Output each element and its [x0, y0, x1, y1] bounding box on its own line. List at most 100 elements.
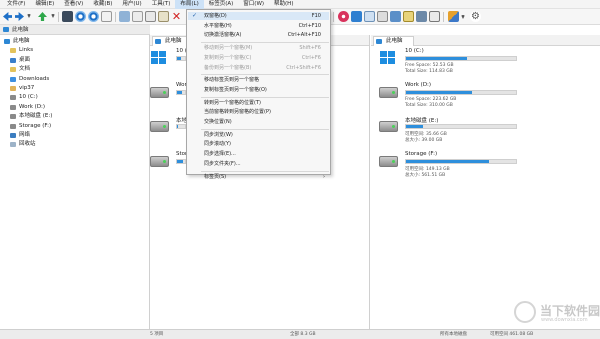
tree-path-label: 此电脑	[12, 27, 29, 33]
drive-usage-fill	[406, 125, 423, 128]
forward-icon[interactable]	[15, 12, 24, 21]
dropdown-item-shortcut: Shift+F6	[299, 45, 321, 52]
drive-icon-wrap	[379, 85, 398, 98]
sort-icon[interactable]	[390, 11, 401, 22]
dropdown-menu-item: 移动到另一个窗格(M) Shift+F6	[188, 44, 329, 52]
windows-drive-icon	[380, 51, 396, 65]
filter-icon[interactable]	[338, 11, 349, 22]
tree-item[interactable]: Downloads	[0, 75, 148, 84]
up-folder-icon[interactable]	[38, 12, 47, 21]
tree-item[interactable]: 10 (C:)	[0, 93, 148, 102]
desktop-icon	[10, 57, 16, 63]
tree-item[interactable]: 此电脑	[0, 37, 148, 46]
dropdown-menu-item[interactable]: 同步选择(E)...	[188, 150, 329, 158]
view-thumbnails-icon[interactable]	[364, 11, 375, 22]
drive-item[interactable]: 本地磁盘 (E:) 可用空间: 35.66 GB 总大小: 39.00 GB	[379, 116, 529, 146]
delete-icon[interactable]: ✕	[171, 11, 182, 22]
dropdown-menu-item[interactable]: 当前窗格转到另窗格的位置(P)	[188, 108, 329, 116]
hdd-icon	[150, 121, 169, 132]
refresh-icon[interactable]	[119, 11, 130, 22]
drive-item[interactable]: Work (D:) Free Space: 223.62 GB Total Size…	[379, 82, 529, 112]
tree-item[interactable]: 回收站	[0, 140, 148, 149]
dropdown-item-label: 复制到另一个窗格(C)	[204, 54, 252, 61]
tree-item[interactable]: 桌面	[0, 56, 148, 65]
dropdown-menu-item[interactable]: 同步滚动(Y)	[188, 140, 329, 148]
tree-item-label: Storage (F:)	[19, 122, 52, 129]
dropdown-menu-item[interactable]: 水平窗格(H) Ctrl+F10	[188, 22, 329, 30]
tree-item[interactable]: Work (D:)	[0, 103, 148, 112]
dropdown-menu-item[interactable]: 同步浏览(W)	[188, 131, 329, 139]
menu-separator	[201, 74, 329, 76]
drive-icon	[10, 95, 16, 101]
computer-icon[interactable]	[62, 11, 73, 22]
windows-drive-icon	[151, 51, 167, 65]
watermark-url: www.downxia.com	[541, 317, 588, 323]
dropdown-menu-item[interactable]: 标签页(S) ›	[188, 173, 329, 181]
folder-tree: 此电脑 Links 桌面文档 Downloads vip37 10 (C:) Work (D…	[0, 35, 150, 329]
menu-item-1[interactable]: 编辑(E)	[30, 0, 59, 9]
preview-icon[interactable]	[416, 11, 427, 22]
dropdown-menu-item[interactable]: 切换激活窗格(A) Ctrl+Alt+F10	[188, 31, 329, 39]
up-dropdown-icon[interactable]	[51, 14, 55, 18]
panel-icon[interactable]	[429, 11, 440, 22]
history-dropdown-icon[interactable]	[27, 14, 31, 18]
menu-item-4[interactable]: 用户(U)	[117, 0, 146, 9]
status-free-space: 可用空间 461.08 GB	[490, 332, 534, 337]
drive-icon-wrap	[379, 51, 398, 64]
tree-item-label: 桌面	[19, 56, 31, 63]
drive-item[interactable]: 10 (C:) Free Space: 52.53 GB Total Size: 1…	[379, 48, 529, 78]
right-tab[interactable]: 此电脑	[373, 36, 414, 46]
drive-total-size: Total Size: 310.00 GB	[405, 103, 453, 108]
paste-icon[interactable]	[158, 11, 169, 22]
user-icon	[10, 86, 16, 91]
folder-icon	[10, 67, 16, 73]
settings-gear-icon[interactable]: ⚙	[470, 11, 481, 22]
cut-icon[interactable]	[132, 11, 143, 22]
search-icon[interactable]	[101, 11, 112, 22]
back-icon[interactable]	[3, 12, 12, 21]
tree-item[interactable]: 文档	[0, 65, 148, 74]
network-target-icon[interactable]	[88, 11, 99, 22]
tree-item[interactable]: 本地磁盘 (E:)	[0, 112, 148, 121]
dropdown-menu-item[interactable]: 移动标签页到另一个窗格	[188, 76, 329, 84]
layout-icon[interactable]	[377, 11, 388, 22]
dropdown-menu-item[interactable]: 交换位置(N)	[188, 118, 329, 126]
drive-free-space: Free Space: 52.53 GB	[405, 63, 454, 68]
dropdown-menu-item[interactable]: 复制标签页到另一个窗格(O)	[188, 86, 329, 94]
menu-item-9[interactable]: 帮助(H)	[269, 0, 298, 9]
tools-icon[interactable]	[448, 11, 459, 22]
tree-item[interactable]: Storage (F:)	[0, 122, 148, 131]
dropdown-item-label: 双窗格(D)	[204, 13, 227, 19]
menu-item-7[interactable]: 标签页(A)	[204, 0, 239, 9]
menu-item-8[interactable]: 窗口(W)	[238, 0, 269, 9]
dropdown-item-label: 同步滚动(Y)	[204, 141, 231, 148]
hdd-icon	[379, 156, 398, 167]
dropdown-menu-item[interactable]: 转到另一个窗格的位置(T)	[188, 99, 329, 107]
menu-item-2[interactable]: 查看(V)	[59, 0, 88, 9]
tree-item[interactable]: Links	[0, 46, 148, 55]
menu-item-3[interactable]: 收藏(B)	[88, 0, 117, 9]
drive-usage-fill	[406, 160, 489, 163]
drive-usage-bar	[405, 159, 517, 164]
tree-item[interactable]: 网络	[0, 131, 148, 140]
drive-usage-bar	[176, 124, 186, 129]
drive-icon	[10, 114, 16, 120]
drive-target-icon[interactable]	[75, 11, 86, 22]
dropdown-menu-item[interactable]: 同步文件夹(F)...	[188, 160, 329, 168]
menu-item-6[interactable]: 布局(L)	[175, 0, 204, 9]
status-bar: 5 项目 全部 8.3 GB 所有本地磁盘 可用空间 461.08 GB	[0, 329, 600, 339]
copy-icon[interactable]	[145, 11, 156, 22]
folder-view-icon[interactable]	[403, 11, 414, 22]
dropdown-menu-item[interactable]: ✓ 双窗格(D) F10	[188, 12, 329, 20]
dropdown-item-shortcut: Ctrl+F6	[301, 54, 321, 61]
status-drives: 所有本地磁盘	[440, 332, 467, 337]
drive-item[interactable]: Storage (F:) 可用空间: 149.13 GB 总大小: 561.51 G…	[379, 151, 529, 181]
drive-icon	[10, 123, 16, 129]
menu-item-0[interactable]: 文件(F)	[2, 0, 30, 9]
menu-item-5[interactable]: 工具(T)	[147, 0, 176, 9]
tree-item[interactable]: vip37	[0, 84, 148, 93]
tools-dropdown-icon[interactable]	[461, 15, 465, 19]
drive-usage-bar	[176, 56, 186, 61]
menu-separator	[201, 42, 329, 44]
view-details-icon[interactable]	[351, 11, 362, 22]
